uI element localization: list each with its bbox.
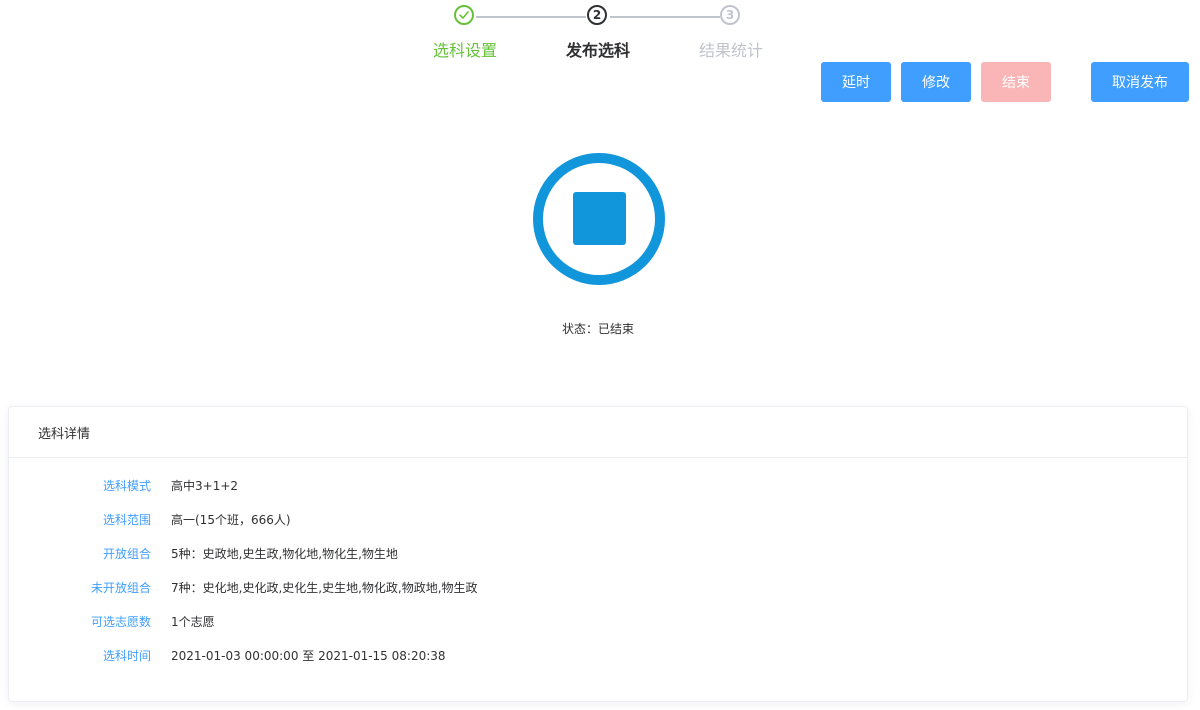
detail-row-scope: 选科范围 高一(15个班，666人) [9,509,291,529]
detail-row-closed-combos: 未开放组合 7种：史化地,史化政,史化生,史生地,物化政,物政地,物生政 [9,577,478,597]
step-connector [476,16,586,18]
stop-icon [532,152,666,286]
detail-label: 选科时间 [102,648,151,663]
detail-label: 未开放组合 [90,580,151,595]
detail-value: 高中3+1+2 [171,478,239,493]
detail-value: 高一(15个班，666人) [171,512,291,527]
card-title: 选科详情 [9,407,1187,458]
detail-row-open-combos: 开放组合 5种：史政地,史生政,物化地,物化生,物生地 [9,543,398,563]
detail-row-time: 选科时间 2021-01-03 00:00:00 至 2021-01-15 08… [9,645,446,665]
detail-label: 选科范围 [102,512,151,527]
detail-card: 选科详情 选科模式 高中3+1+2 选科范围 高一(15个班，666人) 开放组… [8,406,1188,702]
extend-button[interactable]: 延时 [821,62,891,102]
step-3-number: 3 [720,5,740,25]
cancel-publish-button[interactable]: 取消发布 [1091,62,1189,102]
step-1-check-icon [454,5,474,25]
detail-label: 开放组合 [102,546,151,561]
step-connector [610,16,720,18]
step-1-title[interactable]: 选科设置 [415,37,515,61]
detail-value: 7种：史化地,史化政,史化生,史生地,物化政,物政地,物生政 [171,580,478,595]
step-2-title[interactable]: 发布选科 [548,37,648,61]
detail-row-mode: 选科模式 高中3+1+2 [9,475,238,495]
detail-value: 1个志愿 [171,614,215,629]
detail-value: 2021-01-03 00:00:00 至 2021-01-15 08:20:3… [171,648,446,663]
step-3-title[interactable]: 结果统计 [681,37,781,61]
detail-label: 可选志愿数 [90,614,151,629]
detail-row-choices: 可选志愿数 1个志愿 [9,611,215,631]
page: 2 3 选科设置 发布选科 结果统计 延时 修改 结束 取消发布 状态：已结束 … [0,0,1200,710]
detail-label: 选科模式 [102,478,151,493]
status-text: 状态：已结束 [561,322,634,336]
step-2-number: 2 [587,5,607,25]
detail-value: 5种：史政地,史生政,物化地,物化生,物生地 [171,546,398,561]
steps-bar: 2 3 选科设置 发布选科 结果统计 [0,0,1200,60]
end-button: 结束 [981,62,1051,102]
modify-button[interactable]: 修改 [901,62,971,102]
